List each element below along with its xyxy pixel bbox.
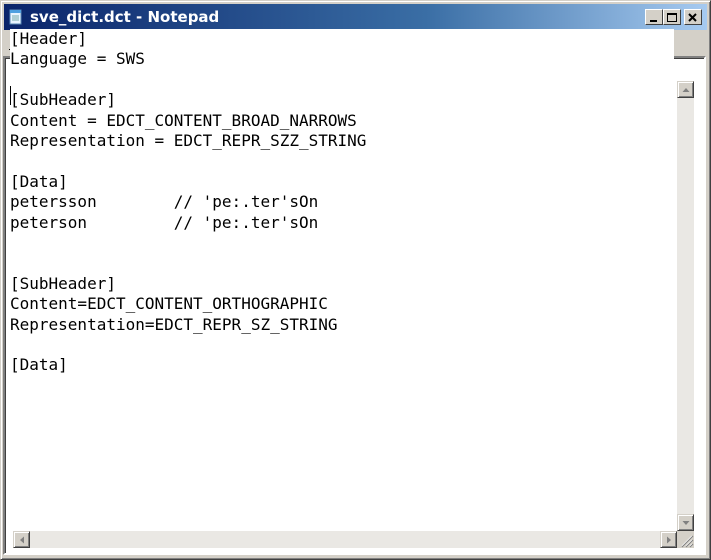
arrow-right-icon: [667, 536, 671, 544]
arrow-down-icon: [682, 521, 690, 525]
text-line: [Header]: [10, 29, 88, 48]
text-line: peterson // 'pe:.ter'sOn: [10, 212, 319, 232]
text-caret: [10, 86, 11, 105]
close-button[interactable]: [684, 9, 702, 25]
window-title: sve_dict.dct - Notepad: [30, 8, 220, 26]
text-line: [Data]: [10, 171, 68, 191]
notepad-icon[interactable]: [8, 9, 24, 25]
size-grip[interactable]: [677, 531, 694, 548]
scroll-left-button[interactable]: [13, 531, 30, 548]
arrow-up-icon: [682, 88, 690, 92]
text-line: petersson // 'pe:.ter'sOn: [10, 192, 319, 212]
text-line: Language = SWS: [10, 49, 145, 69]
vertical-scrollbar[interactable]: [677, 81, 694, 532]
scroll-down-button[interactable]: [677, 514, 694, 531]
maximize-icon: [667, 13, 677, 22]
text-line: Content=EDCT_CONTENT_ORTHOGRAPHIC: [10, 294, 328, 314]
scroll-up-button[interactable]: [677, 81, 694, 98]
close-icon: [688, 13, 697, 22]
horizontal-scrollbar[interactable]: [13, 531, 677, 548]
document-text[interactable]: [Header] Language = SWS [SubHeader] Content…: [10, 29, 674, 497]
text-line: Representation=EDCT_REPR_SZ_STRING: [10, 314, 338, 334]
minimize-button[interactable]: [645, 9, 663, 25]
text-line: Representation = EDCT_REPR_SZZ_STRING: [10, 131, 367, 150]
text-line: [SubHeader]: [10, 90, 116, 110]
text-line: [SubHeader]: [10, 273, 116, 293]
scroll-right-button[interactable]: [660, 531, 677, 548]
minimize-icon: [650, 20, 657, 22]
title-bar[interactable]: sve_dict.dct - Notepad: [4, 4, 707, 30]
maximize-button[interactable]: [663, 9, 681, 25]
resize-grip-icon: [681, 535, 694, 548]
text-line: [Data]: [10, 355, 68, 375]
arrow-left-icon: [20, 536, 24, 544]
text-line: Content = EDCT_CONTENT_BROAD_NARROWS: [10, 110, 357, 130]
